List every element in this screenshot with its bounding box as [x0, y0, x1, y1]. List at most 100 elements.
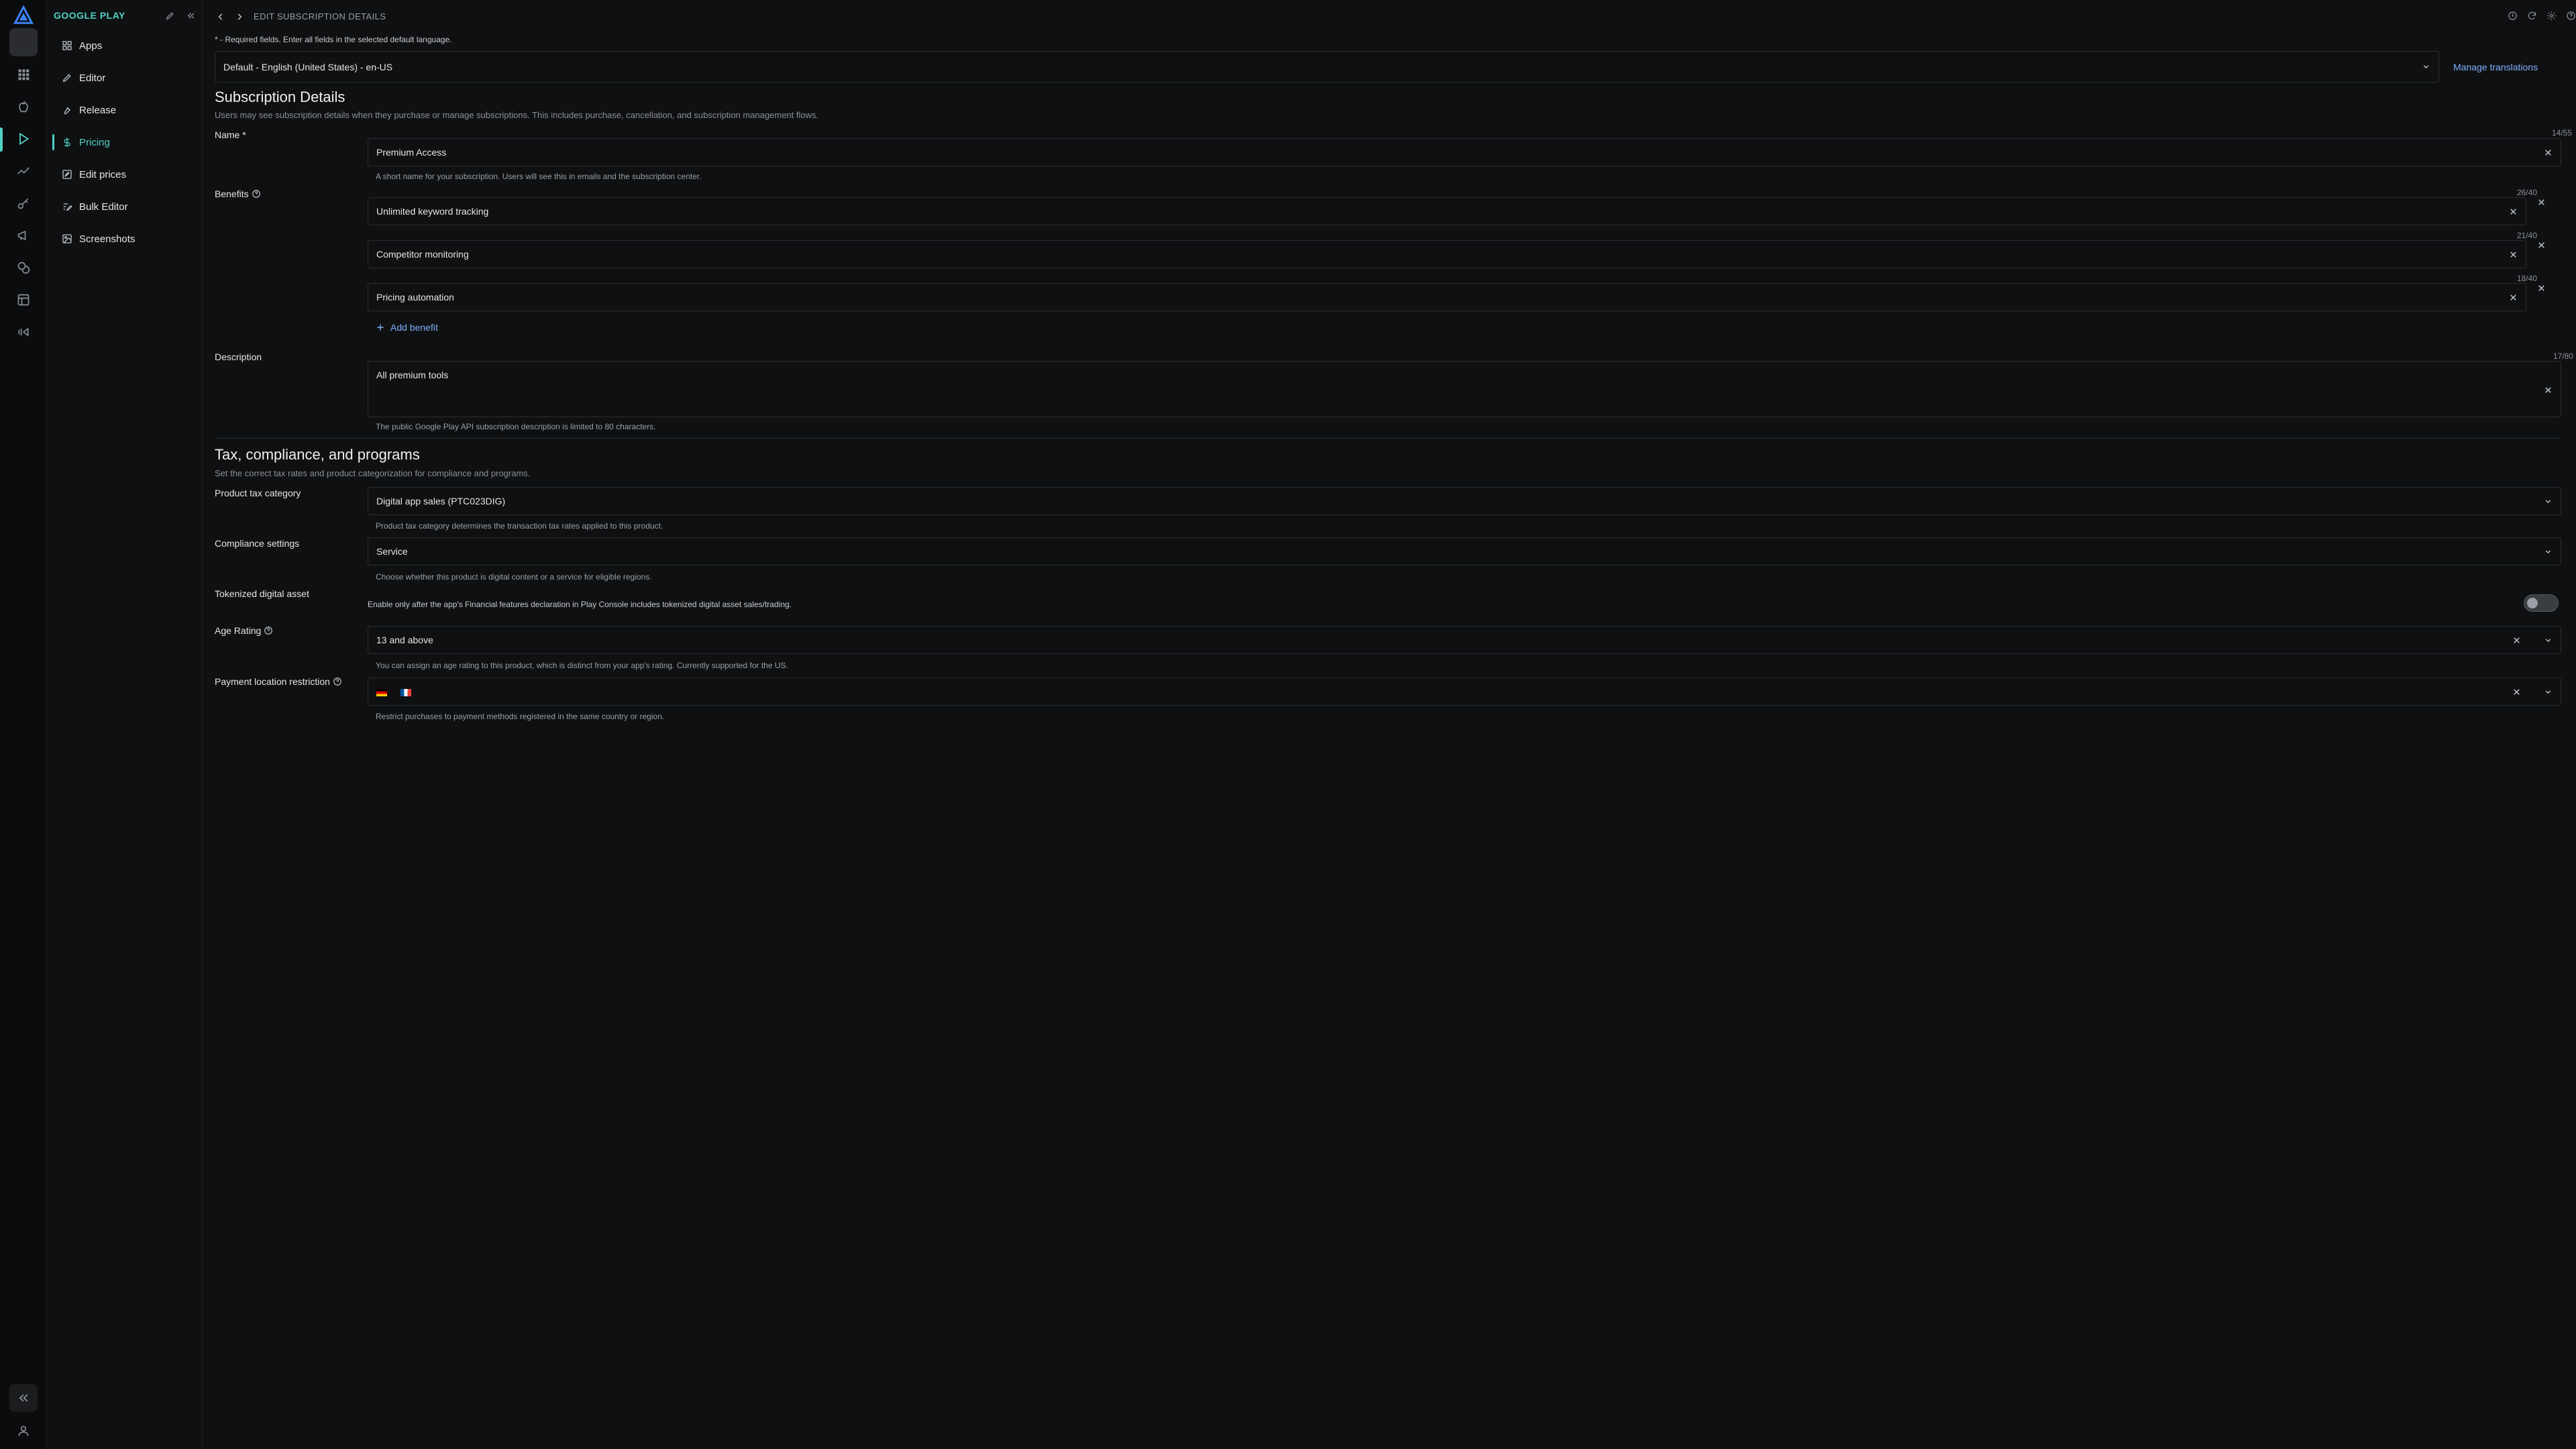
pencil-square-icon [62, 72, 79, 83]
forward-arrow-icon[interactable] [235, 12, 244, 21]
help-circle-icon[interactable] [2566, 11, 2576, 21]
payment-restriction-help: Restrict purchases to payment methods re… [376, 712, 665, 721]
sidebar-item-bulk-editor[interactable]: Bulk Editor [55, 194, 193, 219]
sidebar-item-label: Release [79, 104, 117, 116]
app-name: GOOGLE PLAY [54, 10, 125, 21]
manage-translations-link[interactable]: Manage translations [2453, 62, 2538, 72]
workspace-avatar[interactable] [9, 28, 38, 56]
settings-gear-icon[interactable] [2546, 11, 2557, 21]
age-rating-select[interactable]: 13 and above [368, 626, 2561, 654]
rail-active-indicator [0, 127, 3, 152]
clear-benefit-icon[interactable] [2509, 207, 2518, 216]
sidebar-item-label: Apps [79, 40, 103, 52]
age-rating-label: Age Rating [215, 625, 273, 636]
remove-benefit-icon[interactable] [2537, 198, 2546, 207]
sidebar-item-label: Pricing [79, 136, 110, 148]
benefit-counter: 21/40 [2516, 231, 2537, 240]
description-label: Description [215, 352, 262, 362]
clear-benefit-icon[interactable] [2509, 293, 2518, 302]
clear-payment-restriction-icon[interactable] [2512, 688, 2521, 696]
sidebar-item-edit-prices[interactable]: Edit prices [55, 162, 193, 187]
germany-flag[interactable] [376, 688, 387, 696]
chevron-down-icon [2544, 497, 2553, 506]
user-icon[interactable] [9, 1417, 38, 1445]
sidebar-item-apps[interactable]: Apps [55, 33, 193, 58]
benefit-input[interactable]: Unlimited keyword tracking [368, 197, 2526, 225]
tokenized-help: Enable only after the app's Financial fe… [368, 600, 792, 609]
analytics-icon[interactable] [9, 157, 38, 185]
sidebar-item-release[interactable]: Release [55, 97, 193, 123]
plus-icon [376, 323, 385, 332]
chevron-down-icon [2544, 636, 2553, 645]
clear-age-rating-icon[interactable] [2512, 636, 2521, 645]
add-benefit-button[interactable]: Add benefit [376, 322, 438, 333]
remove-benefit-icon[interactable] [2537, 284, 2546, 292]
key-icon[interactable] [9, 189, 38, 217]
benefits-label-text: Benefits [215, 189, 249, 199]
tax-category-label: Product tax category [215, 488, 301, 498]
chevron-down-icon [2544, 688, 2553, 696]
sidebar-item-label: Screenshots [79, 233, 136, 245]
selected-countries [376, 686, 2512, 697]
france-flag[interactable] [400, 688, 411, 696]
app-rail [0, 0, 47, 1449]
info-icon[interactable] [252, 189, 261, 199]
name-input-value: Premium Access [376, 147, 447, 158]
sidebar-item-label: Editor [79, 72, 106, 84]
refresh-icon[interactable] [2527, 11, 2537, 21]
edit-list-icon [62, 169, 79, 180]
apps-grid-icon[interactable] [9, 60, 38, 89]
logo-icon[interactable] [9, 1, 38, 30]
sidebar-item-editor[interactable]: Editor [55, 65, 193, 91]
page-title: EDIT SUBSCRIPTION DETAILS [254, 11, 386, 21]
broadcast-icon[interactable] [9, 318, 38, 346]
sidebar-item-label: Bulk Editor [79, 201, 128, 213]
sidebar-item-label: Edit prices [79, 168, 127, 180]
payment-restriction-label: Payment location restriction [215, 676, 342, 687]
description-counter: 17/80 [2553, 352, 2573, 361]
header-actions [2508, 11, 2576, 21]
subscription-section-subtitle: Users may see subscription details when … [215, 110, 819, 120]
report-icon[interactable] [9, 286, 38, 314]
edit-pencil-icon[interactable] [165, 11, 175, 21]
age-rating-help: You can assign an age rating to this pro… [376, 661, 788, 670]
apple-icon[interactable] [9, 93, 38, 121]
description-textarea[interactable]: All premium tools [368, 361, 2561, 417]
clear-description-icon[interactable] [2544, 386, 2553, 394]
tax-category-select[interactable]: Digital app sales (PTC023DIG) [368, 487, 2561, 515]
language-select[interactable]: Default - English (United States) - en-U… [215, 51, 2439, 83]
tokenized-toggle[interactable] [2524, 594, 2559, 612]
google-play-icon[interactable] [9, 125, 38, 153]
collapse-sidebar-icon[interactable] [186, 11, 196, 21]
info-icon[interactable] [264, 626, 273, 635]
info-icon[interactable] [333, 677, 342, 686]
collapse-rail-icon[interactable] [9, 1384, 38, 1412]
sidebar-item-pricing[interactable]: Pricing [52, 129, 193, 155]
grid-icon [62, 40, 79, 51]
sidebar-item-screenshots[interactable]: Screenshots [55, 226, 193, 252]
chevron-down-icon [2544, 547, 2553, 556]
benefit-input[interactable]: Competitor monitoring [368, 240, 2526, 268]
image-icon [62, 233, 79, 244]
age-rating-label-text: Age Rating [215, 625, 262, 636]
compliance-select[interactable]: Service [368, 537, 2561, 566]
payment-restriction-label-text: Payment location restriction [215, 676, 330, 687]
name-counter: 14/55 [2551, 128, 2572, 138]
benefit-input[interactable]: Pricing automation [368, 283, 2526, 311]
tax-section-subtitle: Set the correct tax rates and product ca… [215, 468, 531, 478]
name-input[interactable]: Premium Access [368, 138, 2561, 166]
payment-restriction-select[interactable] [368, 678, 2561, 706]
remove-benefit-icon[interactable] [2537, 241, 2546, 250]
benefits-label: Benefits [215, 189, 261, 199]
compliance-label: Compliance settings [215, 538, 300, 549]
clear-benefit-icon[interactable] [2509, 250, 2518, 259]
wrench-icon [62, 105, 79, 115]
history-icon[interactable] [2508, 11, 2518, 21]
megaphone-icon[interactable] [9, 221, 38, 250]
coins-icon[interactable] [9, 254, 38, 282]
back-arrow-icon[interactable] [216, 12, 225, 21]
benefit-input-value: Unlimited keyword tracking [376, 206, 489, 217]
benefit-input-value: Competitor monitoring [376, 249, 469, 260]
clear-name-icon[interactable] [2544, 148, 2553, 157]
bulk-edit-icon [62, 201, 79, 212]
